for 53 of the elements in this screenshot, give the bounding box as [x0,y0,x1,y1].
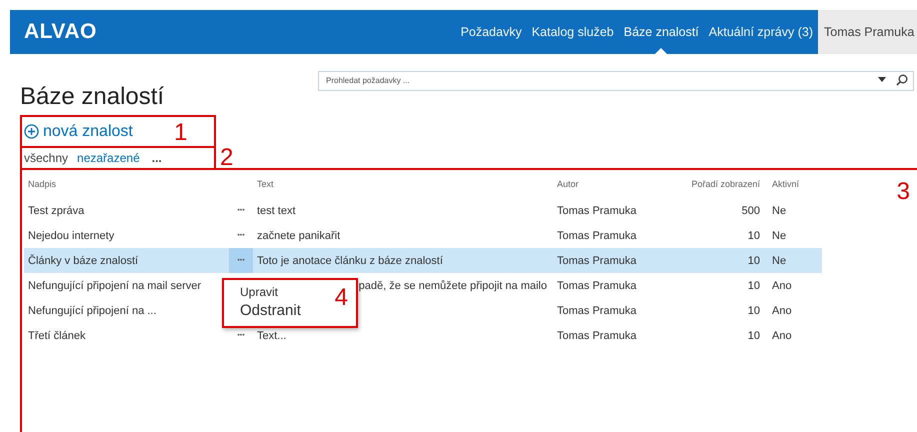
menu-item[interactable]: Upravit [240,284,278,301]
nav-link[interactable]: Báze znalostí [618,10,704,54]
table-cell-text: 500 [740,204,761,218]
annotation-number: 4 [334,286,348,310]
table-cell-text: 10 [746,278,761,294]
column-header[interactable]: Text [253,174,553,194]
annotation-number: 2 [220,146,234,170]
column-header[interactable]: Autor [553,174,673,194]
table-cell-text: Tomas Pramuka [556,328,638,344]
page-title: Báze znalostí [20,83,164,111]
table-cell: Toto je anotace článku z báze znalostí [257,254,443,266]
table-cell-text: Tomas Pramuka [556,278,638,294]
plus-circle-icon [24,124,39,139]
more-link[interactable]: ... [152,151,162,165]
column-header[interactable]: Aktivní [762,174,822,194]
logo[interactable]: ALVAO [24,20,97,44]
nav-link[interactable]: Katalog služeb [526,10,619,54]
table-cell[interactable]: Test zpráva [24,198,229,223]
nav-link[interactable]: Požadavky [456,10,527,54]
new-item-link[interactable]: nová znalost [24,122,133,140]
nav-link[interactable]: Aktuální zprávy (3) [704,10,818,54]
table-cell: test text [257,204,296,216]
table-cell[interactable]: Třetí článek [24,323,229,348]
table-cell-text: 10 [746,304,761,318]
column-header[interactable]: Nadpis [24,174,229,194]
search-icon[interactable] [896,74,908,86]
menu-item[interactable]: Odstranit [240,301,301,321]
table-cell-text: Tomas Pramuka [556,204,638,218]
table-cell-text: Ne [771,228,788,244]
table-cell-text: 10 [746,328,761,344]
table-cell[interactable]: Články v báze znalostí [24,248,229,273]
annotation-number: 1 [174,121,188,145]
table-cell-text: Tomas Pramuka [556,304,638,318]
filter-link[interactable]: všechny [24,151,68,165]
filter-link[interactable]: nezařazené [77,151,140,165]
table-cell: padě, že se nemůžete připojit na mailo [358,280,547,292]
table-cell-text: 10 [746,228,761,244]
search-field[interactable]: Prohledat požadavky ... [318,70,914,90]
table-cell-text: Ano [771,278,793,294]
table-cell: Tomas Pramuka [553,248,673,273]
table-cell: Ne [762,248,822,273]
column-header[interactable]: Pořadí zobrazení [673,174,762,194]
annotation-number: 3 [896,180,910,204]
table-cell-text: Ano [771,328,793,344]
table-cell[interactable]: Nejedou internety [24,223,229,248]
table-cell-text: Tomas Pramuka [556,228,638,244]
user-menu[interactable]: Tomas Pramuka [818,10,917,54]
table-cell-text: Ano [771,304,793,318]
dropdown-caret-icon[interactable] [878,77,886,83]
table-cell: 10 [673,248,762,273]
table-cell-text: Ne [771,204,788,218]
table-cell: Text... [257,330,286,342]
table-cell: začnete panikařit [257,230,340,242]
